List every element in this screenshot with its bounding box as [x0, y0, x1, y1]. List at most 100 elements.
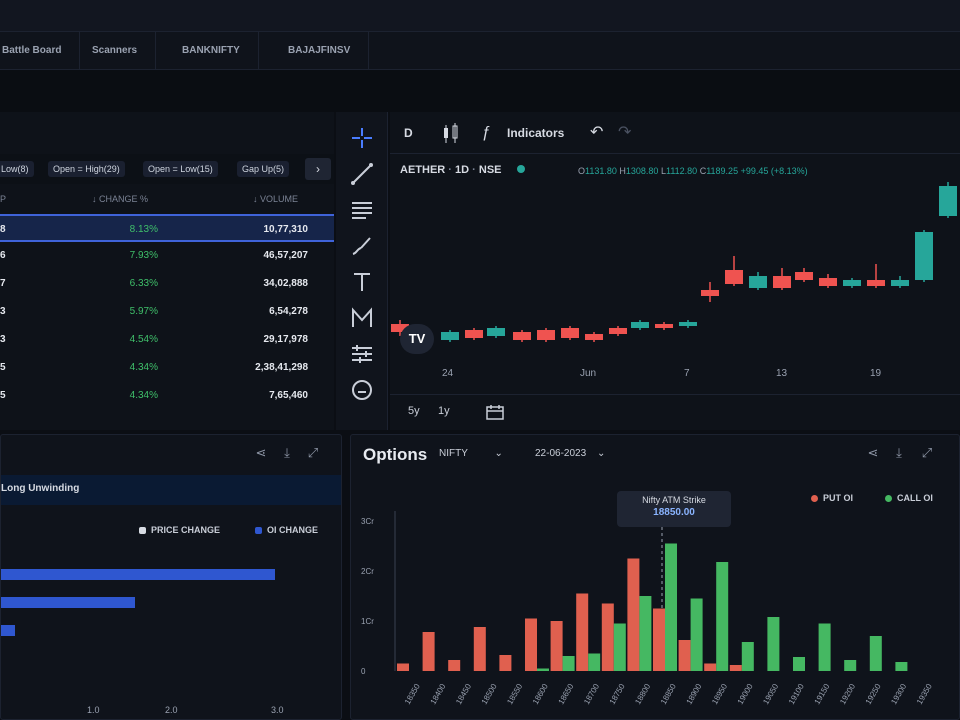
expiry-dropdown[interactable]: 22-06-2023 ⌄ — [535, 448, 605, 459]
put-oi-bar[interactable] — [653, 608, 665, 672]
download-icon[interactable]: ⤓ — [279, 445, 295, 461]
call-oi-bar[interactable] — [895, 662, 908, 671]
ohlc-change: +99.45 (+8.13%) — [740, 166, 808, 176]
table-row[interactable]: 3 5.97% 6,54,278 — [0, 298, 334, 326]
candle-type-icon[interactable] — [440, 120, 462, 146]
row-change: 4.54% — [129, 334, 158, 345]
put-oi-bar[interactable] — [448, 660, 461, 671]
filter-gap-up[interactable]: Gap Up(5) — [237, 161, 290, 177]
tab-battle-board[interactable]: Battle Board — [0, 32, 81, 70]
call-oi-bar[interactable] — [741, 642, 754, 671]
call-oi-bar[interactable] — [716, 562, 729, 671]
candle-body — [561, 328, 579, 338]
legend-put-oi: PUT OI — [811, 493, 853, 503]
indicators-button[interactable]: Indicators — [507, 120, 564, 146]
oi-change-bar[interactable] — [1, 625, 15, 636]
crosshair-icon[interactable] — [348, 124, 376, 152]
candle-body — [655, 324, 673, 328]
put-oi-bar[interactable] — [729, 665, 742, 671]
expand-icon[interactable]: ⤢ — [919, 445, 935, 461]
range-1y[interactable]: 1y — [438, 405, 450, 417]
tooltip-title: Nifty ATM Strike — [642, 495, 706, 505]
put-oi-bar[interactable] — [678, 640, 691, 671]
date-range-icon[interactable] — [484, 403, 506, 421]
fib-lines-icon[interactable] — [348, 196, 376, 224]
candle-body — [537, 330, 555, 340]
put-oi-bar[interactable] — [397, 663, 409, 672]
strike-tick-label: 18550 — [505, 682, 524, 706]
table-row[interactable]: 5 4.34% 7,65,460 — [0, 382, 334, 410]
put-oi-bar[interactable] — [550, 621, 563, 671]
call-oi-bar[interactable] — [562, 656, 575, 671]
download-icon[interactable]: ⤓ — [891, 445, 907, 461]
symbol-dropdown[interactable]: NIFTY ⌄ — [439, 448, 503, 459]
filter-open-high[interactable]: Open = High(29) — [48, 161, 125, 177]
put-oi-bar[interactable] — [422, 632, 435, 671]
call-oi-bar[interactable] — [665, 543, 677, 672]
put-oi-bar[interactable] — [704, 663, 717, 672]
put-oi-bar[interactable] — [576, 593, 589, 672]
symbol-name[interactable]: AETHER — [400, 164, 445, 176]
filter-next-button[interactable]: › — [305, 158, 331, 180]
tab-long-unwinding-strip[interactable]: Long Unwinding — [1, 475, 341, 505]
interval-button[interactable]: D — [404, 120, 413, 146]
put-oi-bar[interactable] — [627, 558, 640, 672]
row-symbol: 5 — [0, 362, 6, 373]
range-5y[interactable]: 5y — [408, 405, 420, 417]
candle-body — [891, 280, 909, 286]
column-header-symbol[interactable]: P — [0, 194, 6, 204]
call-oi-bar[interactable] — [588, 653, 601, 672]
call-oi-bar[interactable] — [818, 623, 831, 672]
call-oi-bar[interactable] — [690, 598, 703, 672]
redo-icon[interactable]: ↷ — [618, 120, 631, 146]
row-volume: 10,77,310 — [263, 224, 309, 235]
expand-icon[interactable]: ⤢ — [305, 445, 321, 461]
tab-long-unwinding[interactable]: Long Unwinding — [1, 483, 79, 494]
row-symbol: 6 — [0, 250, 6, 261]
ohlc-low: 1112.80 — [665, 166, 698, 176]
tab-bajajfinsv[interactable]: BAJAJFINSV — [270, 32, 370, 70]
x-tick-jun: Jun — [580, 368, 597, 379]
oi-change-bar[interactable] — [1, 597, 135, 608]
column-header-volume[interactable]: ↓ VOLUME — [253, 194, 298, 204]
legend-oi-change-label: OI CHANGE — [267, 525, 319, 535]
table-row[interactable]: 6 7.93% 46,57,207 — [0, 242, 334, 270]
options-oi-chart[interactable]: 3Cr 2Cr 1Cr 0 18350 18400 18450 18500 18550 18600… — [351, 435, 960, 720]
call-oi-bar[interactable] — [613, 623, 626, 672]
pattern-icon[interactable] — [348, 304, 376, 332]
candle-body — [749, 276, 767, 288]
table-row[interactable]: 5 4.34% 2,38,41,298 — [0, 354, 334, 382]
table-row[interactable]: 3 4.54% 29,17,978 — [0, 326, 334, 354]
strike-tick-label: 18750 — [608, 682, 627, 706]
oi-change-bar[interactable] — [1, 569, 275, 580]
emoji-icon[interactable] — [348, 376, 376, 404]
call-oi-bar[interactable] — [537, 668, 549, 672]
column-header-change[interactable]: ↓ CHANGE % — [92, 194, 148, 204]
indicators-icon[interactable]: ƒ — [482, 120, 491, 146]
strike-tick-label: 18450 — [454, 682, 473, 706]
tab-scanners[interactable]: Scanners — [74, 32, 157, 70]
trend-line-icon[interactable] — [348, 160, 376, 188]
table-row[interactable]: 7 6.33% 34,02,888 — [0, 270, 334, 298]
call-oi-bar[interactable] — [639, 596, 652, 671]
filter-open-low[interactable]: Open = Low(15) — [143, 161, 218, 177]
measure-icon[interactable] — [348, 340, 376, 368]
candlestick-series[interactable] — [390, 182, 960, 362]
strike-tick-label: 19350 — [915, 682, 934, 706]
put-oi-bar[interactable] — [499, 655, 512, 671]
put-oi-bar[interactable] — [473, 627, 486, 671]
brush-icon[interactable] — [348, 232, 376, 260]
put-oi-bar[interactable] — [601, 603, 614, 672]
tab-banknifty[interactable]: BANKNIFTY — [164, 32, 259, 70]
put-oi-bar[interactable] — [525, 618, 537, 672]
call-oi-bar[interactable] — [844, 660, 857, 671]
share-icon[interactable]: ⋖ — [253, 445, 269, 461]
text-tool-icon[interactable] — [348, 268, 376, 296]
table-row[interactable]: 8 8.13% 10,77,310 — [0, 214, 334, 242]
share-icon[interactable]: ⋖ — [865, 445, 881, 461]
call-oi-bar[interactable] — [793, 657, 805, 671]
filter-low[interactable]: Low(8) — [0, 161, 34, 177]
call-oi-bar[interactable] — [869, 636, 882, 671]
undo-icon[interactable]: ↶ — [590, 120, 603, 146]
call-oi-bar[interactable] — [767, 617, 780, 671]
